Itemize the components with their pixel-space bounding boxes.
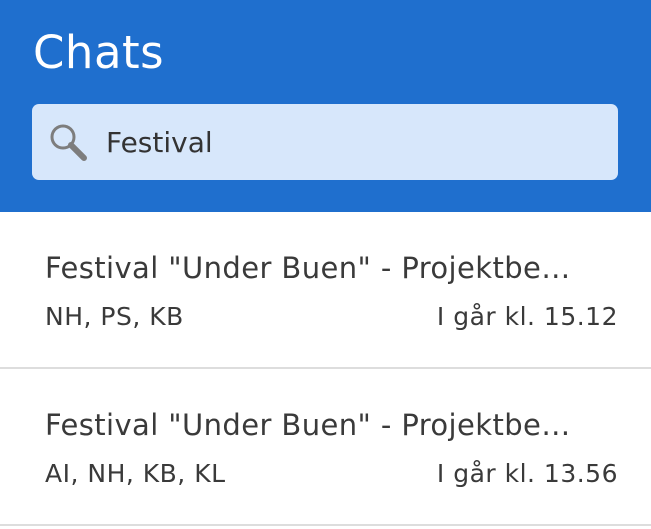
search-icon [48,122,90,164]
chat-timestamp: I går kl. 15.12 [436,302,618,331]
search-input[interactable] [106,122,596,162]
chats-screen: Chats Festival "Under Buen" - Projektbe…… [0,0,651,529]
chat-participants: NH, PS, KB [45,302,184,331]
page-title: Chats [33,26,165,79]
search-bar[interactable] [32,104,618,180]
chat-title: Festival "Under Buen" - Projektbe… [45,408,571,442]
chats-header: Chats [0,0,651,212]
chat-participants: AI, NH, KB, KL [45,459,226,488]
chat-timestamp: I går kl. 13.56 [436,459,618,488]
chat-title: Festival "Under Buen" - Projektbe… [45,251,571,285]
chat-list-item[interactable]: Festival "Under Buen" - Projektbe… NH, P… [0,212,651,369]
chat-list: Festival "Under Buen" - Projektbe… NH, P… [0,212,651,529]
chat-list-item[interactable]: Festival "Under Buen" - Projektbe… AI, N… [0,369,651,526]
